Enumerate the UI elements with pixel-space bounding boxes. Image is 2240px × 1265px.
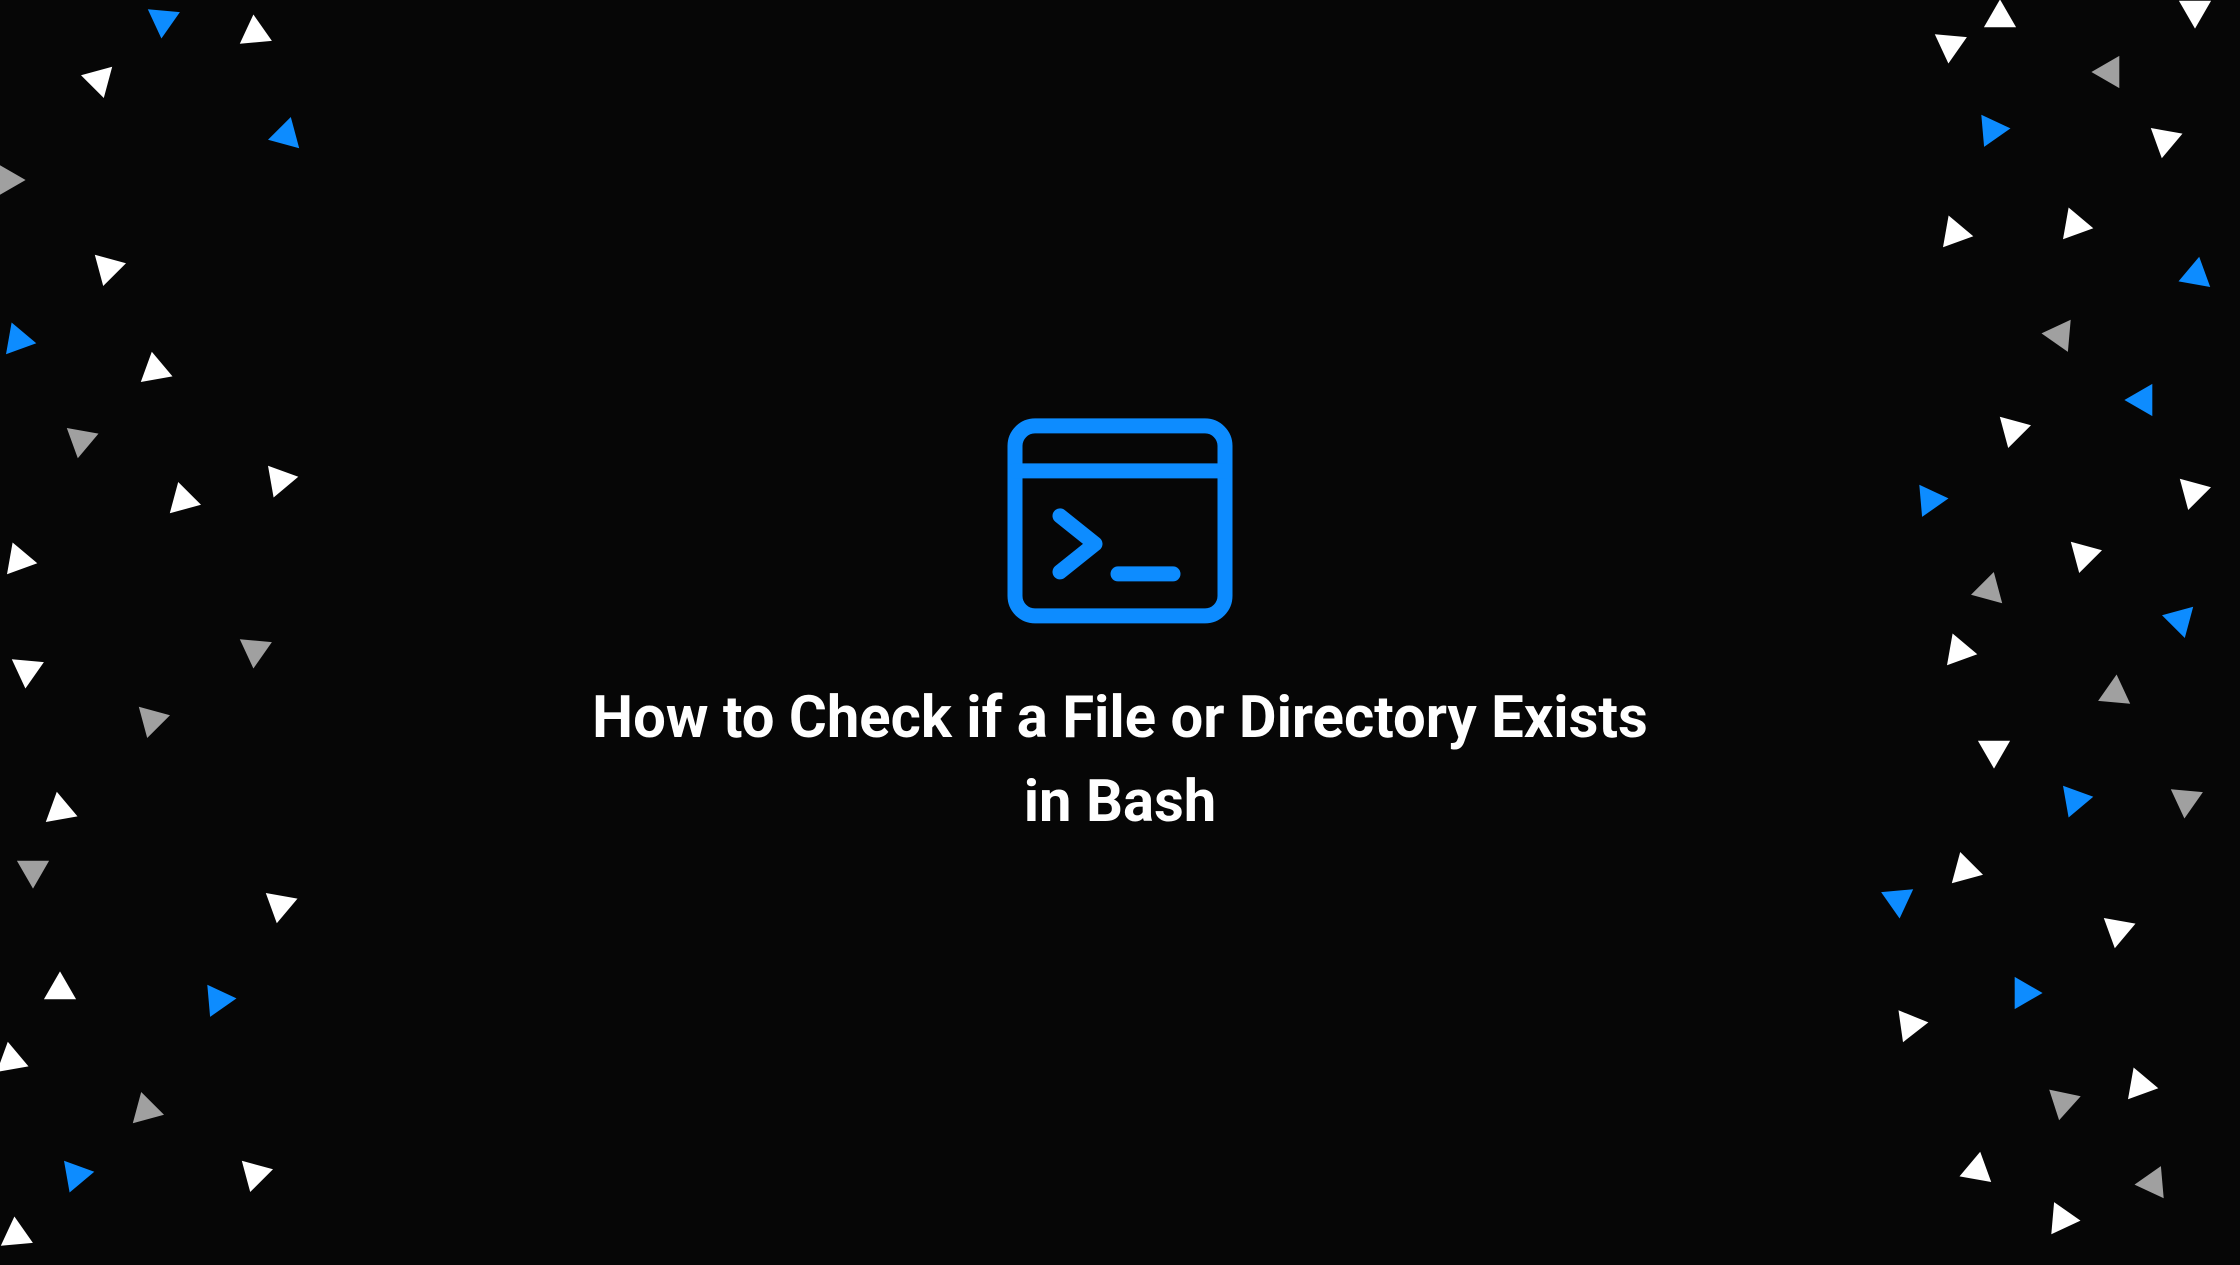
triangle-decoration: [1962, 100, 2022, 160]
triangle-decoration: [2166, 245, 2226, 305]
triangle-decoration: [2033, 1072, 2093, 1132]
triangle-decoration: [2150, 590, 2210, 650]
triangle-decoration: [225, 1144, 285, 1204]
triangle-decoration: [2135, 110, 2195, 170]
triangle-decoration: [2088, 900, 2148, 960]
triangle-decoration: [1868, 870, 1928, 930]
triangle-decoration: [2165, 0, 2225, 40]
triangle-decoration: [2110, 1055, 2170, 1115]
triangle-decoration: [188, 970, 248, 1030]
triangle-decoration: [2080, 42, 2140, 102]
triangle-decoration: [1964, 720, 2024, 780]
triangle-decoration: [2045, 195, 2105, 255]
triangle-decoration: [2030, 305, 2090, 365]
triangle-decoration: [122, 690, 182, 750]
triangle-decoration: [2032, 1189, 2092, 1249]
triangle-decoration: [0, 0, 53, 4]
hero-content: How to Check if a File or Directory Exis…: [570, 416, 1670, 844]
triangle-decoration: [225, 620, 285, 680]
triangle-decoration: [2163, 462, 2223, 522]
triangle-decoration: [250, 875, 310, 935]
triangle-decoration: [51, 410, 111, 470]
triangle-decoration: [2054, 525, 2114, 585]
triangle-decoration: [0, 640, 57, 700]
triangle-decoration: [1929, 621, 1989, 681]
triangle-decoration: [78, 238, 138, 298]
hero-title: How to Check if a File or Directory Exis…: [570, 676, 1670, 844]
triangle-decoration: [2045, 770, 2105, 830]
triangle-decoration: [0, 530, 49, 590]
triangle-decoration: [1935, 840, 1995, 900]
triangle-decoration: [30, 780, 90, 840]
triangle-decoration: [30, 960, 90, 1020]
triangle-decoration: [69, 50, 129, 110]
triangle-decoration: [0, 1205, 46, 1265]
triangle-decoration: [153, 470, 213, 530]
triangle-decoration: [133, 0, 193, 50]
triangle-decoration: [3, 840, 63, 900]
triangle-decoration: [125, 340, 185, 400]
triangle-decoration: [0, 1030, 41, 1090]
triangle-decoration: [2156, 770, 2216, 830]
triangle-decoration: [2123, 1153, 2183, 1213]
triangle-decoration: [1959, 560, 2019, 620]
triangle-decoration: [46, 1145, 106, 1205]
triangle-decoration: [256, 105, 316, 165]
triangle-decoration: [1983, 400, 2043, 460]
triangle-decoration: [2113, 370, 2173, 430]
triangle-decoration: [225, 3, 285, 63]
triangle-decoration: [1994, 963, 2054, 1023]
triangle-decoration: [1947, 1140, 2007, 1200]
terminal-icon: [1005, 416, 1235, 626]
triangle-decoration: [2085, 663, 2145, 723]
triangle-decoration: [1900, 470, 1960, 530]
triangle-decoration: [1920, 15, 1980, 75]
triangle-decoration: [0, 310, 48, 370]
triangle-decoration: [1880, 995, 1940, 1055]
triangle-decoration: [0, 150, 37, 210]
triangle-decoration: [250, 450, 310, 510]
triangle-decoration: [116, 1080, 176, 1140]
triangle-decoration: [1925, 203, 1985, 263]
